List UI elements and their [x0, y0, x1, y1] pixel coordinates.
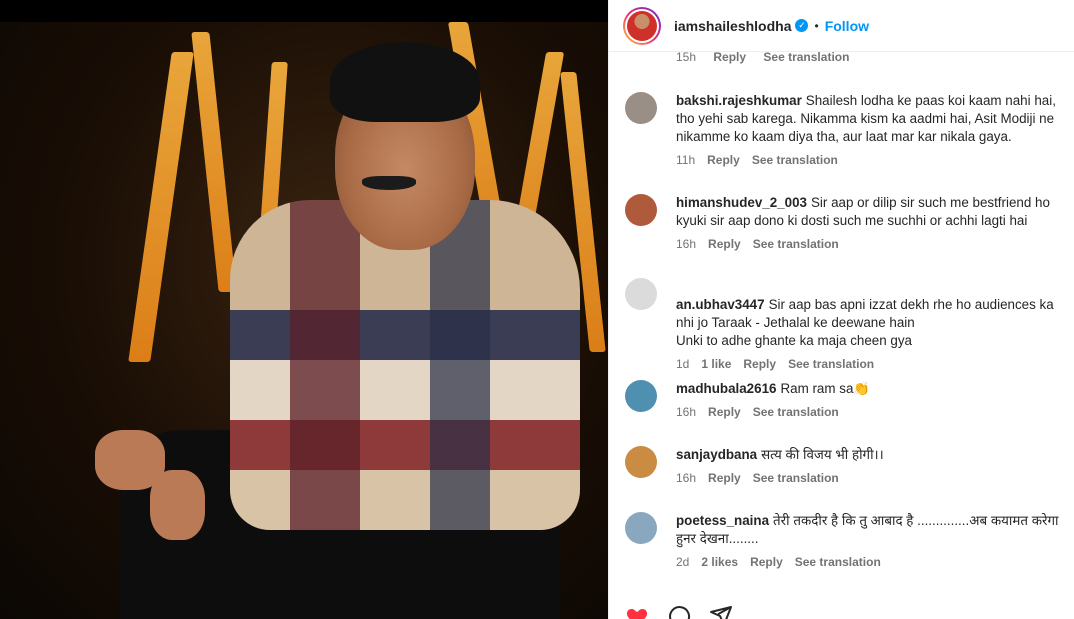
comment-time: 15h [676, 50, 697, 64]
commenter-username[interactable]: bakshi.rajeshkumar [676, 93, 802, 108]
comment-meta: 16h Reply See translation [676, 405, 1065, 419]
comment-text: Ram ram sa👏 [780, 381, 871, 396]
comment-meta: 16h Reply See translation [676, 471, 1065, 485]
post-actions-bar [625, 604, 733, 619]
comment-meta: 11h Reply See translation [676, 153, 1065, 167]
separator-dot: • [814, 18, 819, 33]
comment-meta: 2d 2 likes Reply See translation [676, 555, 1065, 569]
comment-text: सत्य की विजय भी होगी।। [761, 447, 884, 462]
see-translation-link[interactable]: See translation [795, 555, 881, 569]
see-translation-link[interactable]: See translation [752, 153, 838, 167]
previous-comment-meta: 15h Reply See translation [676, 50, 863, 66]
person-hair [330, 42, 480, 122]
comments-panel: iamshaileshlodha ✓ • Follow 15h Reply Se… [608, 0, 1074, 619]
post-image[interactable] [0, 0, 608, 619]
stage-light [191, 32, 237, 292]
see-translation-link[interactable]: See translation [788, 357, 874, 371]
commenter-username[interactable]: poetess_naina [676, 513, 769, 528]
person-hand [150, 470, 205, 540]
comment-time: 2d [676, 555, 690, 569]
see-translation-link[interactable]: See translation [753, 405, 839, 419]
like-count[interactable]: 1 like [701, 357, 731, 371]
commenter-avatar[interactable] [625, 380, 657, 412]
comment-item: sanjaydbana सत्य की विजय भी होगी।। 16h Re… [625, 446, 1065, 485]
like-count[interactable]: 2 likes [701, 555, 738, 569]
comment-time: 11h [676, 153, 696, 167]
see-translation-link[interactable]: See translation [753, 471, 839, 485]
heart-icon[interactable] [625, 604, 649, 619]
commenter-username[interactable]: madhubala2616 [676, 381, 776, 396]
commenter-username[interactable]: himanshudev_2_003 [676, 195, 807, 210]
comment-body: madhubala2616 Ram ram sa👏 [676, 380, 1065, 398]
comment-time: 16h [676, 471, 697, 485]
comment-meta: 1d 1 like Reply See translation [676, 357, 1065, 371]
verified-badge-icon: ✓ [795, 19, 809, 32]
reply-link[interactable]: Reply [713, 50, 746, 64]
reply-link[interactable]: Reply [708, 471, 741, 485]
stage-light [128, 52, 194, 362]
image-top-band [0, 0, 608, 22]
reply-link[interactable]: Reply [708, 405, 741, 419]
person-mustache [362, 176, 416, 190]
comment-item: poetess_naina तेरी तकदीर है कि तु आबाद है… [625, 512, 1065, 569]
comment-meta: 16h Reply See translation [676, 237, 1065, 251]
reply-link[interactable]: Reply [750, 555, 783, 569]
comment-body: poetess_naina तेरी तकदीर है कि तु आबाद है… [676, 512, 1065, 548]
follow-button[interactable]: Follow [825, 18, 869, 34]
reply-link[interactable]: Reply [707, 153, 740, 167]
default-avatar-icon[interactable] [625, 278, 657, 310]
comment-time: 16h [676, 237, 697, 251]
commenter-username[interactable]: sanjaydbana [676, 447, 757, 462]
reply-link[interactable]: Reply [743, 357, 776, 371]
comment-icon[interactable] [667, 604, 691, 619]
comment-item: himanshudev_2_003 Sir aap or dilip sir su… [625, 194, 1065, 251]
comment-time: 1d [676, 357, 690, 371]
see-translation-link[interactable]: See translation [763, 50, 849, 64]
commenter-avatar[interactable] [625, 92, 657, 124]
comment-time: 16h [676, 405, 697, 419]
see-translation-link[interactable]: See translation [753, 237, 839, 251]
share-icon[interactable] [709, 604, 733, 619]
comment-item: bakshi.rajeshkumar Shailesh lodha ke paas… [625, 92, 1065, 167]
comment-item: an.ubhav3447 Sir aap bas apni izzat dekh … [625, 278, 1065, 371]
commenter-username[interactable]: an.ubhav3447 [676, 297, 765, 312]
comment-item: madhubala2616 Ram ram sa👏 16h Reply See t… [625, 380, 1065, 419]
post-header: iamshaileshlodha ✓ • Follow [609, 0, 1074, 52]
commenter-avatar[interactable] [625, 512, 657, 544]
header-username[interactable]: iamshaileshlodha [674, 18, 791, 34]
comment-body: himanshudev_2_003 Sir aap or dilip sir su… [676, 194, 1065, 230]
commenter-avatar[interactable] [625, 446, 657, 478]
profile-avatar[interactable] [623, 6, 661, 45]
reply-link[interactable]: Reply [708, 237, 741, 251]
commenter-avatar[interactable] [625, 194, 657, 226]
comment-body: an.ubhav3447 Sir aap bas apni izzat dekh … [676, 278, 1065, 350]
comment-body: bakshi.rajeshkumar Shailesh lodha ke paas… [676, 92, 1065, 146]
comment-body: sanjaydbana सत्य की विजय भी होगी।। [676, 446, 1065, 464]
